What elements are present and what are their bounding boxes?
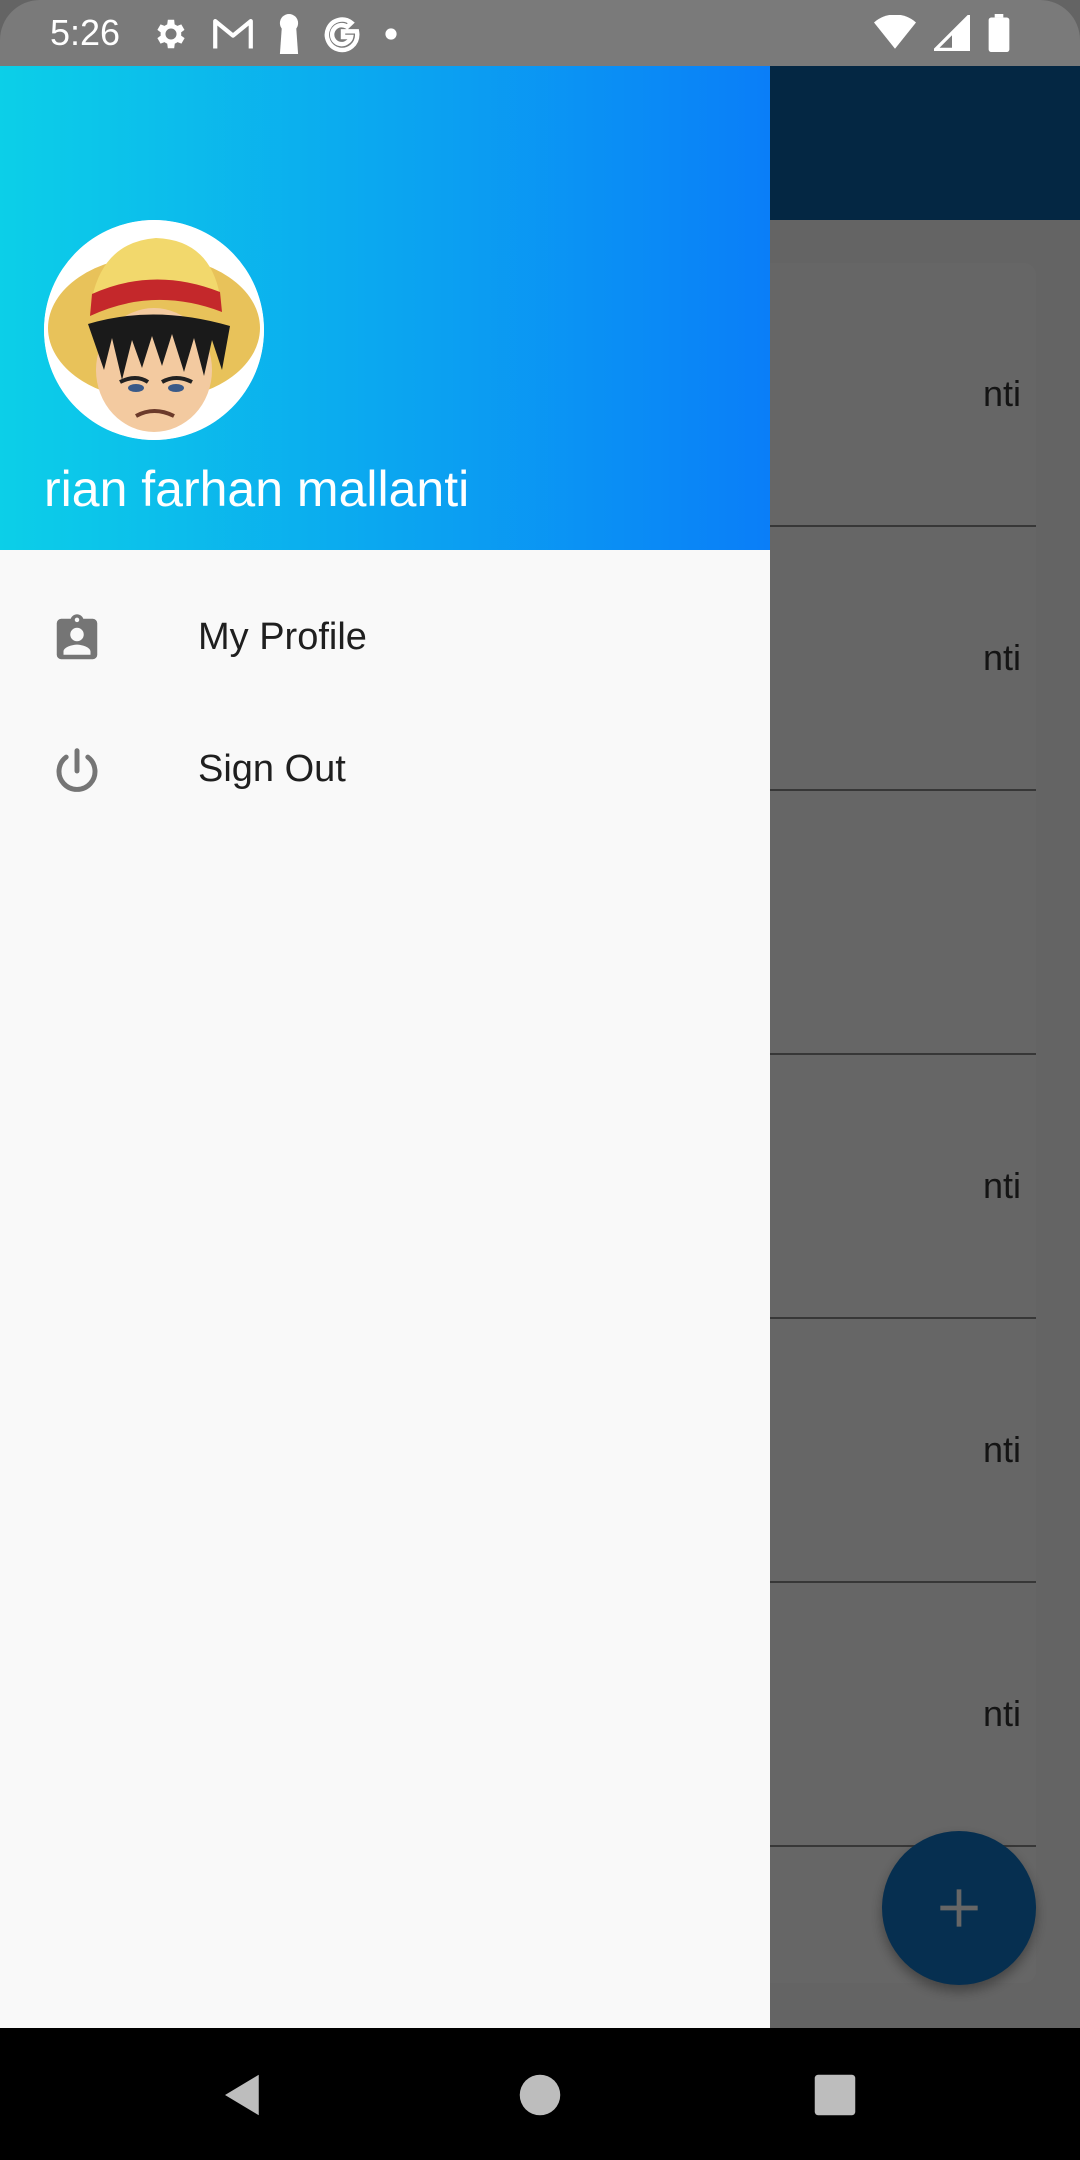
avatar-image (44, 220, 264, 440)
system-nav-bar (0, 2028, 1080, 2160)
power-icon (50, 744, 104, 798)
nav-back-button[interactable] (216, 2068, 270, 2122)
system-icons (874, 14, 1010, 52)
wifi-icon (874, 15, 916, 49)
navigation-drawer: rian farhan mallanti My Profile Sign Out (0, 66, 770, 2028)
status-bar: 5:26 (0, 0, 1080, 66)
nav-recents-button[interactable] (808, 2068, 862, 2122)
nav-home-button[interactable] (513, 2068, 567, 2122)
battery-icon (988, 14, 1010, 52)
google-icon (324, 17, 360, 53)
menu-item-label: My Profile (198, 616, 367, 658)
settings-icon (157, 19, 185, 49)
user-name: rian farhan mallanti (44, 461, 470, 517)
gmail-icon (213, 18, 253, 49)
recents-icon (814, 2074, 856, 2116)
menu-item-label: Sign Out (198, 748, 346, 790)
signal-icon (934, 15, 970, 51)
home-icon (519, 2074, 561, 2116)
drawer-header: rian farhan mallanti (0, 66, 770, 550)
menu-item-my-profile[interactable]: My Profile (0, 572, 770, 704)
avatar[interactable] (44, 220, 264, 440)
menu-item-sign-out[interactable]: Sign Out (0, 704, 770, 836)
dot-icon (385, 28, 397, 40)
screen: nti nti nti nti nti 5:26 (0, 0, 1080, 2160)
profile-badge-icon (50, 612, 104, 666)
notification-icons (152, 14, 398, 54)
status-time: 5:26 (50, 12, 121, 53)
back-icon (225, 2074, 259, 2116)
keyhole-icon (279, 14, 299, 54)
